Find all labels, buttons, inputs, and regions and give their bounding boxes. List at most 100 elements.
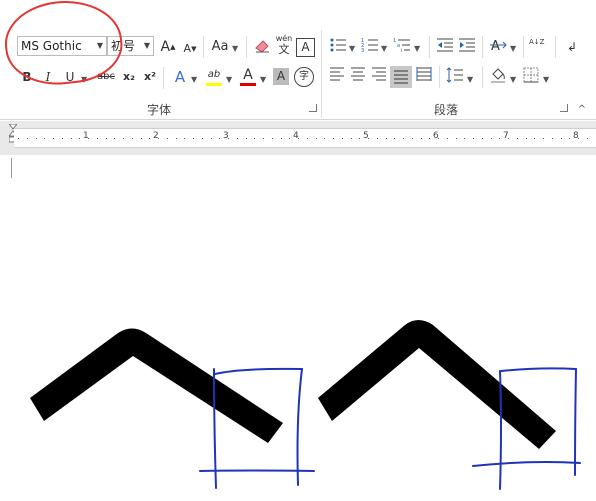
line-spacing-button[interactable] (445, 67, 465, 87)
increase-indent-button[interactable] (457, 37, 477, 57)
align-left-icon (330, 67, 344, 81)
character-border-label: A (301, 40, 310, 54)
font-dialog-launcher-icon[interactable] (309, 104, 317, 112)
ruler-tick (114, 138, 116, 139)
divider (555, 36, 556, 58)
ruler-tick (210, 138, 212, 139)
ruler-tick (53, 138, 54, 139)
change-case-button[interactable]: Aa (207, 37, 233, 57)
chevron-down-icon[interactable]: ▼ (226, 75, 232, 84)
borders-button[interactable] (521, 67, 541, 87)
show-marks-button[interactable]: ↲ (562, 37, 582, 57)
superscript-label: x² (144, 70, 156, 83)
sort-button[interactable]: A↓Z (529, 36, 549, 56)
font-group-label: 字体 (147, 103, 172, 117)
ruler-tick (429, 138, 431, 139)
svg-text:1: 1 (393, 38, 396, 44)
paragraph-dialog-launcher-icon[interactable] (560, 104, 568, 112)
multilevel-list-button[interactable]: 1ai (392, 37, 412, 57)
ruler-tick (35, 138, 37, 139)
ribbon-border (0, 119, 596, 120)
ruler-tick (79, 138, 81, 139)
ruler-tick (131, 138, 133, 139)
ruler-tick (245, 138, 247, 139)
bullets-button[interactable] (328, 37, 348, 57)
ruler-tick (490, 138, 492, 139)
align-right-button[interactable] (369, 67, 389, 87)
numbering-icon: 123 (361, 38, 378, 54)
ruler-tick (324, 138, 326, 139)
asian-layout-button[interactable]: A (488, 37, 508, 57)
ruler-tick (175, 138, 177, 139)
ruler-tick (350, 138, 352, 139)
shading-button[interactable] (488, 66, 508, 86)
ruler-tick (551, 138, 553, 139)
chevron-down-icon[interactable]: ▼ (381, 44, 387, 53)
enclose-characters-button[interactable]: 字 (294, 67, 314, 87)
character-shading-button[interactable]: A (273, 68, 289, 85)
superscript-button[interactable]: x² (140, 67, 160, 87)
caret-up-icon: ▲ (170, 43, 176, 51)
ruler-tick (385, 138, 387, 139)
ruler-tick (201, 138, 203, 139)
clear-formatting-button[interactable] (252, 37, 272, 57)
character-border-button[interactable]: A (296, 38, 315, 57)
chevron-down-icon[interactable]: ▼ (349, 44, 355, 53)
caret-down-icon: ▼ (191, 45, 197, 53)
text-effects-button[interactable]: A (170, 67, 190, 87)
ruler-tick (61, 138, 63, 139)
ruler-tick (254, 138, 256, 139)
align-center-button[interactable] (348, 67, 368, 87)
eraser-icon (255, 40, 269, 53)
ruler-tick (219, 138, 221, 139)
line-spacing-icon (446, 67, 463, 83)
collapse-ribbon-icon[interactable]: ^ (578, 104, 586, 115)
svg-text:i: i (401, 48, 402, 53)
ruler-tick (263, 138, 264, 139)
align-left-button[interactable] (327, 67, 347, 87)
ruler-tick (455, 138, 457, 139)
ruler-tick (341, 138, 343, 139)
divider (246, 36, 247, 58)
circumflex-glyph (318, 320, 556, 449)
decrease-indent-button[interactable] (435, 37, 455, 57)
ruler-number: 3 (223, 131, 229, 141)
chevron-down-icon[interactable]: ▼ (543, 75, 549, 84)
chevron-down-icon[interactable]: ▼ (510, 75, 516, 84)
chevron-down-icon[interactable]: ▼ (467, 75, 473, 84)
ruler-tick (271, 138, 273, 139)
ruler-tick (166, 138, 168, 139)
highlight-label: ab (207, 69, 221, 80)
highlight-button[interactable]: ab (204, 65, 224, 85)
divider (163, 67, 164, 89)
svg-text:A: A (491, 39, 500, 53)
numbering-button[interactable]: 123 (360, 37, 380, 57)
ruler-tick (289, 138, 291, 139)
shrink-font-button[interactable]: A▼ (180, 39, 200, 59)
chevron-down-icon[interactable]: ▼ (260, 75, 266, 84)
distributed-icon (416, 67, 432, 81)
asian-layout-icon: A (490, 39, 507, 54)
divider (203, 36, 204, 58)
paragraph-mark-icon: ↲ (566, 40, 578, 54)
ruler-number: 4 (293, 131, 299, 141)
horizontal-ruler[interactable]: 1 2 3 4 5 6 7 8 (0, 121, 596, 155)
page-drawing (30, 320, 581, 490)
font-color-button[interactable]: A (238, 65, 258, 85)
ruler-tick (193, 138, 194, 139)
chevron-down-icon[interactable]: ▼ (191, 75, 197, 84)
ruler-tick (525, 138, 527, 139)
chevron-down-icon[interactable]: ▼ (414, 44, 420, 53)
justify-button[interactable] (390, 66, 412, 88)
ruler-number: 7 (503, 131, 509, 141)
grow-font-button[interactable]: A▲ (158, 37, 178, 57)
distributed-button[interactable] (414, 67, 434, 87)
phonetic-guide-button[interactable]: wén 文 (274, 33, 294, 55)
subscript-button[interactable]: x₂ (119, 67, 139, 87)
divider (482, 36, 483, 58)
document-page[interactable] (0, 155, 596, 501)
chevron-down-icon[interactable]: ▼ (510, 44, 516, 53)
ruler-tick (315, 138, 317, 139)
chevron-down-icon[interactable]: ▼ (144, 37, 150, 55)
chevron-down-icon[interactable]: ▼ (232, 44, 238, 53)
